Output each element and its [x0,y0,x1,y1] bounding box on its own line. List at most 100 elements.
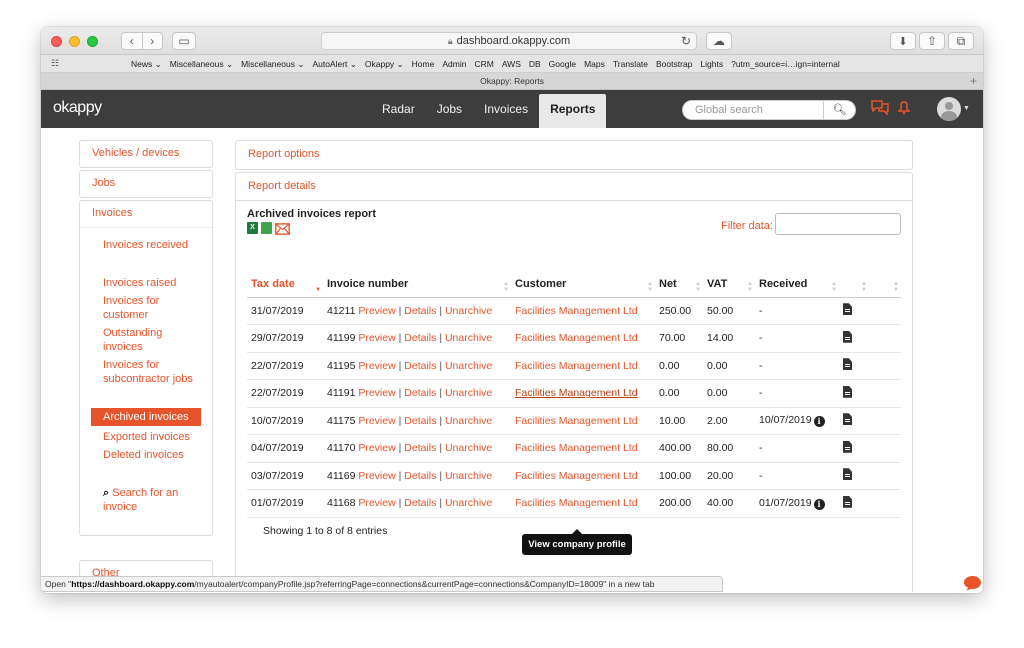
unarchive-link[interactable]: Unarchive [445,387,492,399]
details-link[interactable]: Details [404,305,436,317]
column-header-customer[interactable]: Customer ▲ ▼ [511,271,655,298]
live-chat-icon[interactable] [963,575,982,591]
details-link[interactable]: Details [404,332,436,344]
customer-link[interactable]: Facilities Management Ltd [515,497,638,509]
tab-title[interactable]: Okappy: Reports [480,76,544,86]
customer-link[interactable]: Facilities Management Ltd [515,360,638,372]
document-icon[interactable] [843,330,852,343]
favorite-link[interactable]: Bootstrap [656,59,692,69]
csv-export-icon[interactable] [261,222,272,234]
column-header-document[interactable]: ▲ ▼ [839,271,869,298]
preview-link[interactable]: Preview [358,332,395,344]
preview-link[interactable]: Preview [358,387,395,399]
messages-icon[interactable] [871,99,889,115]
preview-link[interactable]: Preview [358,305,395,317]
unarchive-link[interactable]: Unarchive [445,360,492,372]
customer-link[interactable]: Facilities Management Ltd [515,442,638,454]
favorite-link[interactable]: AutoAlert ⌄ [312,59,356,70]
details-link[interactable]: Details [404,415,436,427]
forward-icon[interactable]: › [143,33,163,49]
document-icon[interactable] [843,468,852,481]
alerts-icon[interactable] [895,99,913,115]
nav-radar[interactable]: Radar [371,90,426,128]
unarchive-link[interactable]: Unarchive [445,470,492,482]
sidebar-item-outstanding-invoices[interactable]: Outstanding invoices [80,324,212,356]
favorite-link[interactable]: Admin [442,59,466,69]
unarchive-link[interactable]: Unarchive [445,442,492,454]
unarchive-link[interactable]: Unarchive [445,415,492,427]
tabs-overview-icon[interactable]: ⧉ [948,32,974,50]
details-link[interactable]: Details [404,497,436,509]
favorite-link[interactable]: Lights [700,59,723,69]
customer-link[interactable]: Facilities Management Ltd [515,387,638,399]
favorite-link[interactable]: Okappy ⌄ [365,59,404,70]
close-window-button[interactable] [51,36,62,47]
details-link[interactable]: Details [404,387,436,399]
sidebar-item-jobs[interactable]: Jobs [80,171,212,197]
sidebar-item-vehicles[interactable]: Vehicles / devices [80,141,212,167]
column-header-tax-date[interactable]: Tax date ▼ [247,271,323,298]
details-link[interactable]: Details [404,360,436,372]
document-icon[interactable] [843,440,852,453]
search-icon[interactable]: 🔍︎ [824,100,856,120]
document-icon[interactable] [843,358,852,371]
reload-icon[interactable]: ↻ [675,32,697,50]
preview-link[interactable]: Preview [358,497,395,509]
filter-data-input[interactable] [775,213,901,235]
report-options-toggle[interactable]: Report options [236,141,912,169]
nav-invoices[interactable]: Invoices [473,90,539,128]
column-header-invoice-number[interactable]: Invoice number ▲ ▼ [323,271,511,298]
customer-link[interactable]: Facilities Management Ltd [515,305,638,317]
okappy-logo[interactable]: okappy [53,99,102,117]
report-details-toggle[interactable]: Report details [236,173,912,201]
favorite-link[interactable]: Home [412,59,435,69]
sidebar-item-archived-invoices[interactable]: Archived invoices [91,408,201,426]
email-export-icon[interactable] [275,223,290,235]
details-link[interactable]: Details [404,442,436,454]
back-icon[interactable]: ‹ [122,33,143,49]
document-icon[interactable] [843,303,852,316]
new-tab-icon[interactable]: + [970,73,977,90]
favorite-link[interactable]: DB [529,59,541,69]
favorite-link[interactable]: ?utm_source=i…ign=internal [731,59,840,69]
document-icon[interactable] [843,385,852,398]
customer-link[interactable]: Facilities Management Ltd [515,470,638,482]
sidebar-toggle-icon[interactable]: ▭ [172,32,196,50]
favorite-link[interactable]: Google [549,59,576,69]
sidebar-item-invoices[interactable]: Invoices [80,201,212,227]
nav-jobs[interactable]: Jobs [426,90,473,128]
favorite-link[interactable]: News ⌄ [131,59,162,70]
preview-link[interactable]: Preview [358,470,395,482]
grid-icon[interactable]: ☷ [51,58,59,69]
nav-reports[interactable]: Reports [539,94,607,128]
details-link[interactable]: Details [404,470,436,482]
chevron-down-icon[interactable]: ▼ [963,105,970,112]
zoom-window-button[interactable] [87,36,98,47]
column-header-net[interactable]: Net ▲ ▼ [655,271,703,298]
share-icon[interactable]: ⇧ [919,32,945,50]
preview-link[interactable]: Preview [358,415,395,427]
excel-export-icon[interactable]: X [247,222,258,234]
downloads-icon[interactable]: ⬇︎ [890,32,916,50]
icloud-icon[interactable]: ☁︎ [706,32,732,50]
sidebar-item-subcontractor-invoices[interactable]: Invoices for subcontractor jobs [80,356,212,388]
avatar[interactable] [937,97,961,121]
customer-link[interactable]: Facilities Management Ltd [515,415,638,427]
address-bar[interactable]: 🔒︎ dashboard.okappy.com [321,32,697,50]
favorite-link[interactable]: Translate [613,59,648,69]
favorite-link[interactable]: Maps [584,59,605,69]
column-header-received[interactable]: Received ▲ ▼ [755,271,839,298]
sidebar-item-invoices-received[interactable]: Invoices received [80,236,212,254]
preview-link[interactable]: Preview [358,360,395,372]
customer-link[interactable]: Facilities Management Ltd [515,332,638,344]
document-icon[interactable] [843,495,852,508]
favorite-link[interactable]: Miscellaneous ⌄ [241,59,304,70]
sidebar-item-search-invoice[interactable]: ⌕ Search for an invoice [80,484,212,516]
global-search-input[interactable]: Global search [682,100,824,120]
favorite-link[interactable]: AWS [502,59,521,69]
sidebar-item-invoices-raised[interactable]: Invoices raised [80,274,212,292]
preview-link[interactable]: Preview [358,442,395,454]
info-icon[interactable]: i [813,416,825,428]
document-icon[interactable] [843,413,852,426]
sidebar-item-exported-invoices[interactable]: Exported invoices [80,428,212,446]
